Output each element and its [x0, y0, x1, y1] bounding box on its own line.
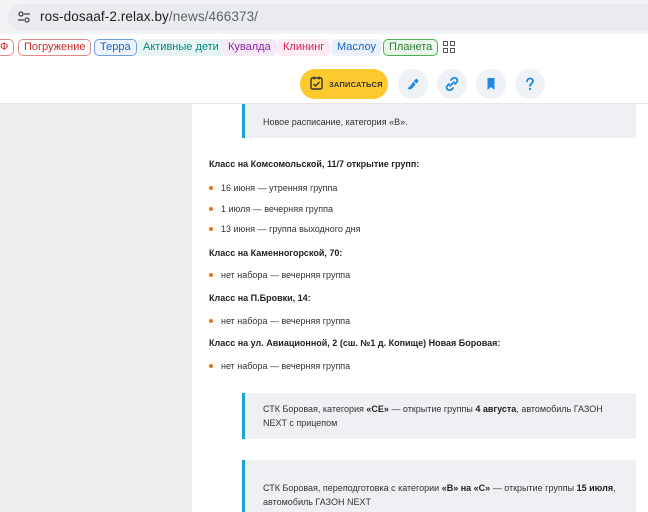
enroll-button-label: ЗАПИСАТЬСЯ — [329, 80, 383, 89]
retraining-note: СТК Боровая, переподготовка с категории … — [242, 460, 636, 512]
site-toolbar: ЗАПИСАТЬСЯ — [0, 60, 648, 104]
bookmark-chip[interactable]: Терра — [94, 39, 137, 56]
site-settings-icon[interactable] — [17, 10, 31, 24]
note-text: СТК Боровая, переподготовка с категории — [263, 483, 442, 493]
link-icon — [445, 77, 459, 91]
list-item-text: 13 июня — группа выходного дня — [221, 224, 361, 234]
note-text: — открытие группы — [388, 404, 476, 414]
bullet — [209, 364, 213, 368]
list-item-text: 16 июня — утренняя группа — [221, 183, 338, 193]
help-icon — [526, 77, 534, 91]
bullet — [209, 319, 213, 323]
note-emphasis: 4 августа — [475, 404, 517, 414]
bookmark-chip[interactable]: Клининг — [277, 39, 331, 56]
url-text[interactable]: ros-dosaaf-2.relax.by/news/466373/ — [40, 9, 258, 24]
bullet — [209, 186, 213, 190]
calendar-check-icon — [310, 76, 323, 90]
enroll-button[interactable]: ЗАПИСАТЬСЯ — [300, 69, 388, 99]
phone-button[interactable] — [398, 69, 428, 99]
bookmark-chip[interactable]: Погружение — [18, 39, 92, 56]
apps-grid-icon[interactable] — [443, 41, 455, 53]
section-heading: Класс на Каменногорской, 70: — [209, 248, 343, 258]
note-text: Новое расписание, категория «В». — [263, 117, 408, 127]
bookmarks-bar: Ф Погружение Терра Активные дети Кувалда… — [0, 34, 648, 60]
note-text: — открытие группы — [490, 483, 577, 493]
left-sidebar — [0, 104, 192, 512]
url-host: ros-dosaaf-2.relax.by — [40, 9, 169, 24]
article-content: Новое расписание, категория «В». Класс н… — [192, 104, 648, 512]
bookmark-chip[interactable]: Планета — [383, 39, 439, 56]
list-item-text: нет набора — вечерняя группа — [221, 270, 351, 280]
bookmark-button[interactable] — [476, 69, 506, 99]
phone-icon — [407, 78, 419, 90]
schedule-note: Новое расписание, категория «В». — [242, 104, 636, 138]
note-emphasis: «СЕ» — [366, 404, 389, 414]
url-path: /news/466373/ — [168, 9, 259, 24]
bookmark-chip[interactable]: Ф — [0, 39, 15, 56]
note-text: СТК Боровая, категория — [263, 404, 367, 414]
share-link-button[interactable] — [437, 69, 467, 99]
list-item-text: нет набора — вечерняя группа — [221, 316, 351, 326]
list-item-text: нет набора — вечерняя группа — [221, 361, 351, 371]
bookmark-chip[interactable]: Кувалда — [222, 39, 277, 56]
bookmark-chip[interactable]: Активные дети — [137, 39, 225, 56]
list-item-text: 1 июля — вечерняя группа — [221, 204, 333, 214]
section-heading: Класс на П.Бровки, 14: — [209, 293, 311, 303]
bookmark-icon — [487, 78, 495, 90]
bookmark-chip[interactable]: Маслоу — [331, 39, 382, 56]
address-bar: ros-dosaaf-2.relax.by/news/466373/ — [0, 0, 648, 34]
section-heading: Класс на Комсомольской, 11/7 открытие гр… — [209, 159, 420, 169]
bullet — [209, 227, 213, 231]
help-button[interactable] — [515, 69, 545, 99]
note-emphasis: 15 июля — [576, 483, 614, 493]
ce-category-note: СТК Боровая, категория «СЕ» — открытие г… — [242, 393, 636, 439]
note-emphasis: «В» на «С» — [441, 483, 491, 493]
bullet — [209, 273, 213, 277]
bullet — [209, 207, 213, 211]
section-heading: Класс на ул. Авиационной, 2 (сш. №1 д. К… — [209, 338, 501, 348]
